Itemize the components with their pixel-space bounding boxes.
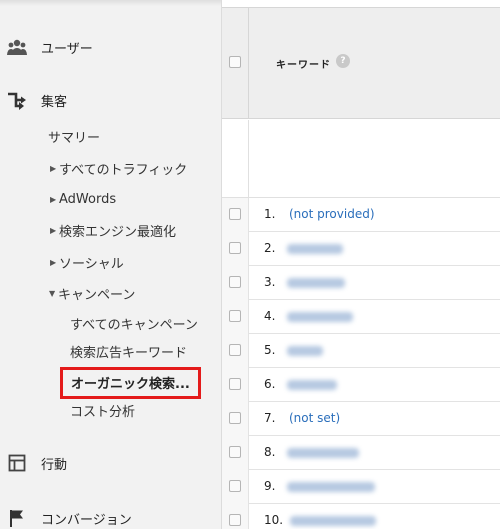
row-number: 1. (264, 207, 276, 221)
keyword-table: キーワード ? 1. (not provided) 2. 3. 4. 5. 6.… (222, 0, 500, 529)
table-row: 3. (222, 266, 500, 300)
sidebar-item-behavior[interactable]: 行動 (0, 448, 221, 478)
table-header: キーワード ? (222, 7, 500, 119)
sidebar-item-users-label: ユーザー (41, 41, 93, 57)
campaigns-label: キャンペーン (58, 287, 136, 303)
sidebar-item-acquisition-label: 集客 (41, 94, 68, 110)
table-row: 4. (222, 300, 500, 334)
blurred-keyword[interactable] (287, 312, 353, 322)
adwords-label: AdWords (59, 191, 117, 207)
sidebar-item-all-traffic[interactable]: ▶ すべてのトラフィック (50, 156, 187, 180)
behavior-layout-icon (7, 453, 27, 473)
sidebar-item-summary[interactable]: サマリー (48, 124, 100, 148)
keyword-column-header[interactable]: キーワード (276, 56, 331, 71)
row-number: 5. (264, 343, 276, 357)
row-checkbox[interactable] (229, 208, 241, 220)
header-checkbox-cell (222, 8, 249, 118)
row-check-cell (222, 402, 249, 436)
sidebar-item-cost-analysis[interactable]: コスト分析 (70, 399, 135, 421)
cost-analysis-label: コスト分析 (70, 404, 136, 420)
sidebar-item-acquisition[interactable]: 集客 (0, 85, 221, 115)
table-row: 6. (222, 368, 500, 402)
row-number: 10. (264, 513, 284, 527)
row-check-cell (222, 266, 249, 300)
row-number: 7. (264, 411, 276, 425)
summary-checkbox-cell (222, 120, 249, 198)
all-traffic-label: すべてのトラフィック (59, 162, 188, 178)
summary-row (222, 120, 500, 198)
table-row: 10. (222, 504, 500, 529)
row-number: 3. (264, 275, 276, 289)
row-checkbox[interactable] (229, 242, 241, 254)
row-number: 8. (264, 445, 276, 459)
row-check-cell (222, 504, 249, 529)
row-checkbox[interactable] (229, 446, 241, 458)
flag-icon (7, 508, 27, 528)
expand-triangle-icon: ▶ (50, 257, 57, 267)
sidebar-item-organic-keywords[interactable]: オーガニック検索... (71, 371, 190, 393)
keyword-link[interactable]: (not provided) (289, 207, 375, 221)
all-campaigns-label: すべてのキャンペーン (70, 317, 198, 333)
sidebar-item-paid-keywords[interactable]: 検索広告キーワード (70, 340, 187, 362)
blurred-keyword[interactable] (287, 346, 323, 356)
row-checkbox[interactable] (229, 480, 241, 492)
sidebar-item-users[interactable]: ユーザー (0, 32, 221, 62)
collapse-triangle-icon: ▼ (49, 288, 56, 298)
row-checkbox[interactable] (229, 276, 241, 288)
table-row: 5. (222, 334, 500, 368)
sidebar-item-conversions[interactable]: コンバージョン (0, 503, 221, 529)
row-checkbox[interactable] (229, 344, 241, 356)
acquisition-arrows-icon (7, 90, 27, 110)
expand-triangle-icon: ▶ (50, 225, 57, 235)
select-all-checkbox[interactable] (229, 56, 241, 68)
table-row: 9. (222, 470, 500, 504)
row-checkbox[interactable] (229, 378, 241, 390)
row-check-cell (222, 436, 249, 470)
table-row: 8. (222, 436, 500, 470)
social-label: ソーシャル (59, 256, 124, 272)
sidebar-item-social[interactable]: ▶ ソーシャル (50, 250, 124, 274)
row-check-cell (222, 368, 249, 402)
row-check-cell (222, 300, 249, 334)
expand-triangle-icon: ▶ (50, 163, 57, 173)
row-check-cell (222, 334, 249, 368)
row-checkbox[interactable] (229, 514, 241, 526)
sidebar-item-behavior-label: 行動 (41, 457, 68, 473)
keyword-link[interactable]: (not set) (289, 411, 340, 425)
blurred-keyword[interactable] (287, 278, 345, 288)
blurred-keyword[interactable] (287, 482, 375, 492)
row-number: 9. (264, 479, 276, 493)
row-number: 6. (264, 377, 276, 391)
table-row: 7. (not set) (222, 402, 500, 436)
organic-keywords-label: オーガニック検索... (71, 376, 190, 392)
expand-triangle-icon: ▶ (50, 194, 57, 204)
table-row: 1. (not provided) (222, 198, 500, 232)
row-number: 4. (264, 309, 276, 323)
help-icon[interactable]: ? (336, 54, 350, 68)
blurred-keyword[interactable] (287, 448, 359, 458)
blurred-keyword[interactable] (287, 380, 337, 390)
row-check-cell (222, 198, 249, 232)
row-number: 2. (264, 241, 276, 255)
row-checkbox[interactable] (229, 412, 241, 424)
row-check-cell (222, 470, 249, 504)
sidebar-item-seo[interactable]: ▶ 検索エンジン最適化 (50, 218, 176, 242)
paid-keywords-label: 検索広告キーワード (70, 345, 188, 361)
blurred-keyword[interactable] (287, 244, 343, 254)
table-row: 2. (222, 232, 500, 266)
sidebar-top-shadow (0, 0, 221, 6)
row-check-cell (222, 232, 249, 266)
sidebar-nav: ユーザー 集客 サマリー ▶ すべてのトラフィック ▶ AdWords ▶ 検索… (0, 0, 222, 529)
seo-label: 検索エンジン最適化 (59, 224, 177, 240)
sidebar-item-conversions-label: コンバージョン (41, 512, 132, 528)
summary-label: サマリー (48, 130, 101, 146)
sidebar-item-campaigns[interactable]: ▼ キャンペーン (49, 281, 135, 305)
users-icon (7, 37, 27, 57)
sidebar-item-adwords[interactable]: ▶ AdWords (50, 187, 116, 211)
sidebar-item-all-campaigns[interactable]: すべてのキャンペーン (70, 312, 198, 334)
row-checkbox[interactable] (229, 310, 241, 322)
blurred-keyword[interactable] (290, 516, 376, 526)
